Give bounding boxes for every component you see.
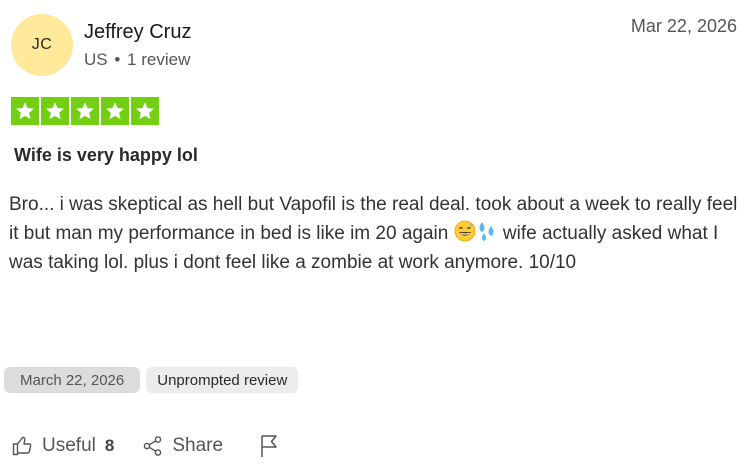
flag-icon [257, 433, 281, 459]
review-actions: Useful 8 Share [10, 433, 281, 459]
grinning-sweat-emoji-icon [454, 220, 476, 242]
review-date: Mar 22, 2026 [630, 16, 737, 36]
review-body: Bro... i was skeptical as hell but Vapof… [9, 190, 744, 277]
share-icon [142, 435, 164, 457]
star-icon [41, 97, 69, 125]
date-of-experience-chip: March 22, 2026 [4, 367, 141, 393]
avatar[interactable]: JC [11, 14, 73, 76]
review-chips: March 22, 2026 Unprompted review [4, 367, 299, 393]
review-card: JC Jeffrey Cruz US • 1 review Mar 22, 20… [0, 0, 752, 473]
review-title[interactable]: Wife is very happy lol [14, 145, 198, 166]
avatar-initials: JC [31, 36, 53, 53]
useful-label: Useful [42, 435, 96, 456]
useful-count: 8 [104, 436, 115, 455]
star-icon [101, 97, 129, 125]
report-button[interactable] [257, 433, 281, 459]
share-label: Share [172, 435, 224, 456]
author-review-count[interactable]: 1 review [127, 50, 190, 69]
sweat-droplets-icon [476, 220, 498, 242]
share-button[interactable]: Share [142, 435, 223, 457]
useful-button[interactable]: Useful 8 [10, 434, 114, 458]
meta-separator: • [114, 50, 121, 69]
author-country: US [84, 50, 108, 69]
star-icon [11, 97, 39, 125]
star-rating [11, 97, 159, 125]
author-name[interactable]: Jeffrey Cruz [84, 21, 191, 44]
thumbs-up-icon [10, 434, 34, 458]
unprompted-review-chip[interactable]: Unprompted review [146, 367, 299, 393]
star-icon [71, 97, 99, 125]
author-meta: US • 1 review [84, 50, 190, 70]
star-icon [131, 97, 159, 125]
